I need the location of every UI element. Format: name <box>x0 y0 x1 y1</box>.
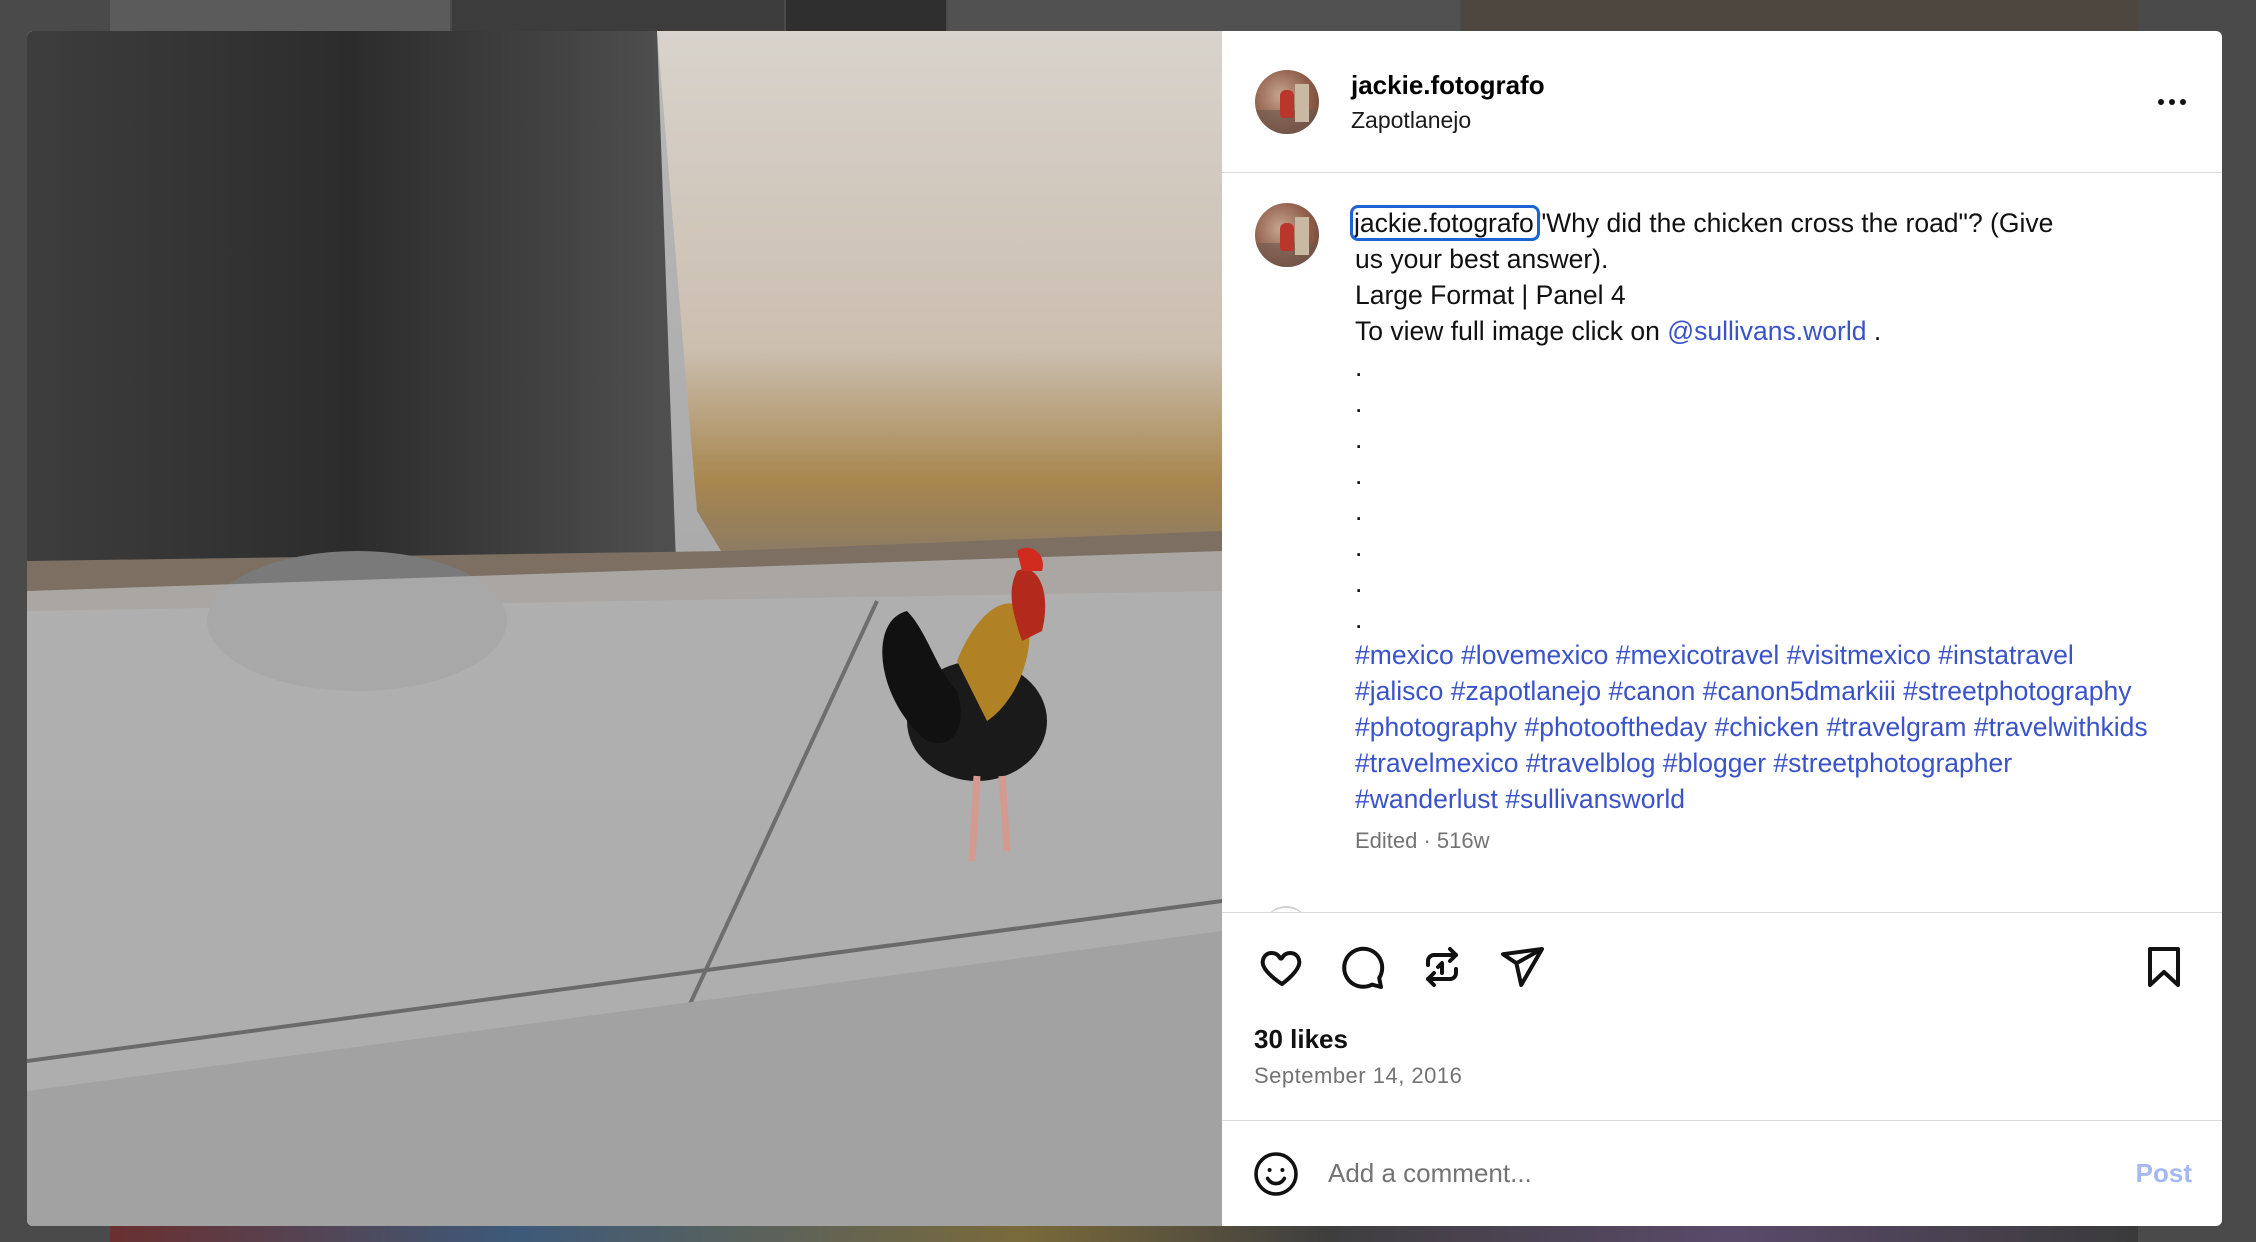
caption-line-1: "Why did the chicken cross the road"? (G… <box>1536 208 2054 238</box>
comment-input[interactable] <box>1328 1158 2136 1189</box>
caption-text: jackie.fotografo "Why did the chicken cro… <box>1350 205 2155 859</box>
post-photo[interactable] <box>27 31 1222 1226</box>
hashtag-link[interactable]: #visitmexico <box>1787 640 1931 670</box>
rooster-photo <box>27 31 1222 1226</box>
caption-row: jackie.fotografo "Why did the chicken cro… <box>1255 203 2192 859</box>
caption-dot: . <box>1355 460 1363 490</box>
emoji-icon[interactable] <box>1250 1148 1302 1200</box>
caption-dot: . <box>1355 424 1363 454</box>
post-date[interactable]: September 14, 2016 <box>1254 1063 2192 1089</box>
next-comment-avatar-edge <box>1266 906 1306 912</box>
add-comment-bar: Post <box>1222 1120 2222 1226</box>
actions-area: 30 likes September 14, 2016 <box>1222 912 2222 1120</box>
post-details-panel: jackie.fotografo Zapotlanejo jackie.foto… <box>1222 31 2222 1226</box>
background-thumbnails-strip <box>110 1226 2138 1242</box>
hashtag-link[interactable]: #sullivansworld <box>1505 784 1685 814</box>
location-link[interactable]: Zapotlanejo <box>1351 104 2152 136</box>
avatar[interactable] <box>1255 69 1319 134</box>
hashtag-link[interactable]: #mexico <box>1355 640 1454 670</box>
caption-line-4: To view full image click on @sullivans.w… <box>1355 316 1882 346</box>
username-link[interactable]: jackie.fotografo <box>1351 68 2152 102</box>
hashtag-link[interactable]: #travelmexico <box>1355 748 1518 778</box>
caption-dot: . <box>1355 352 1363 382</box>
hashtag-link[interactable]: #canon <box>1608 676 1695 706</box>
post-header: jackie.fotografo Zapotlanejo <box>1222 31 2222 173</box>
hashtag-list: #mexico #lovemexico #mexicotravel #visit… <box>1355 637 2155 817</box>
hashtag-link[interactable]: #streetphotography <box>1903 676 2131 706</box>
hashtag-link[interactable]: #lovemexico <box>1461 640 1608 670</box>
comment-icon[interactable] <box>1334 939 1390 995</box>
hashtag-link[interactable]: #mexicotravel <box>1616 640 1779 670</box>
caption-dot: . <box>1355 568 1363 598</box>
hashtag-link[interactable]: #blogger <box>1663 748 1766 778</box>
hashtag-link[interactable]: #travelgram <box>1827 712 1967 742</box>
hashtag-link[interactable]: #wanderlust <box>1355 784 1498 814</box>
more-options-icon[interactable] <box>2152 82 2192 122</box>
caption-dot: . <box>1355 604 1363 634</box>
comments-section[interactable]: jackie.fotografo "Why did the chicken cro… <box>1222 173 2222 912</box>
hashtag-link[interactable]: #jalisco <box>1355 676 1443 706</box>
caption-dot: . <box>1355 532 1363 562</box>
hashtag-link[interactable]: #streetphotographer <box>1773 748 2012 778</box>
post-comment-button[interactable]: Post <box>2136 1158 2192 1189</box>
hashtag-link[interactable]: #photooftheday <box>1524 712 1707 742</box>
hashtag-link[interactable]: #zapotlanejo <box>1451 676 1601 706</box>
hashtag-link[interactable]: #photography <box>1355 712 1517 742</box>
header-text: jackie.fotografo Zapotlanejo <box>1351 68 2152 136</box>
heart-icon[interactable] <box>1254 939 1310 995</box>
hashtag-link[interactable]: #travelwithkids <box>1974 712 2148 742</box>
likes-count[interactable]: 30 likes <box>1254 1021 2192 1057</box>
caption-dots: ........ <box>1355 349 2155 637</box>
caption-line-2: us your best answer). <box>1355 244 1609 274</box>
caption-meta: Edited · 516w <box>1355 828 1490 853</box>
caption-dot: . <box>1355 388 1363 418</box>
bookmark-icon[interactable] <box>2136 939 2192 995</box>
caption-dot: . <box>1355 496 1363 526</box>
caption-line-3: Large Format | Panel 4 <box>1355 280 1626 310</box>
hashtag-link[interactable]: #travelblog <box>1526 748 1656 778</box>
repost-icon[interactable] <box>1414 939 1470 995</box>
hashtag-link[interactable]: #chicken <box>1715 712 1820 742</box>
caption-author-link[interactable]: jackie.fotografo <box>1350 205 1540 241</box>
post-modal: jackie.fotografo Zapotlanejo jackie.foto… <box>27 31 2222 1226</box>
hashtag-link[interactable]: #canon5dmarkiii <box>1703 676 1896 706</box>
action-bar <box>1254 913 2192 1021</box>
caption-avatar[interactable] <box>1255 203 1319 267</box>
hashtag-link[interactable]: #instatravel <box>1938 640 2074 670</box>
mention-link[interactable]: @sullivans.world <box>1667 316 1866 346</box>
share-icon[interactable] <box>1494 939 1550 995</box>
